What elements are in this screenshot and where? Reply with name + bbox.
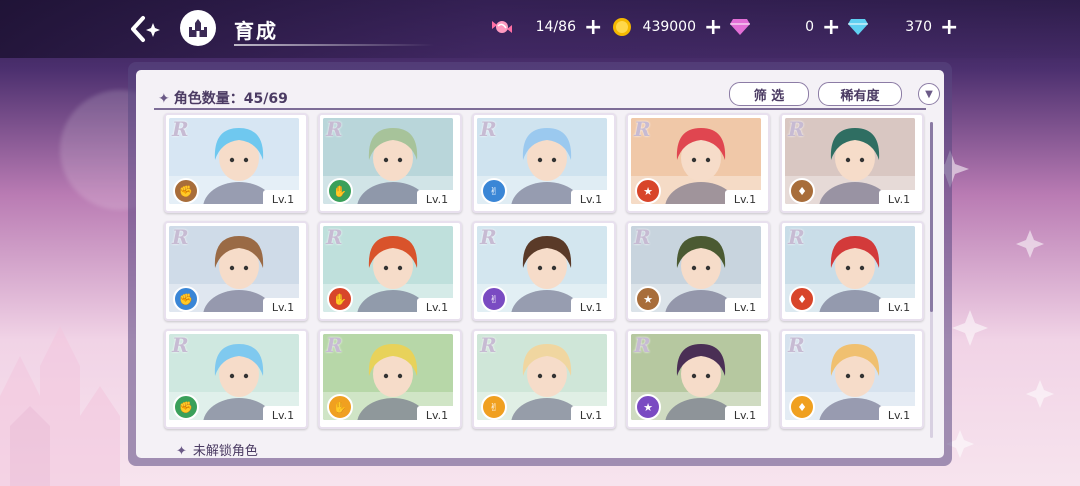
pink-gem-value: 0	[805, 19, 814, 35]
scrollbar[interactable]	[930, 122, 933, 438]
attribute-icon: ★	[635, 394, 661, 420]
blue-gem-value: 370	[905, 19, 932, 35]
character-card[interactable]: R ✌ Lv.1	[472, 221, 616, 321]
character-card[interactable]: R ✊ Lv.1	[164, 329, 308, 429]
level-label: Lv.1	[725, 406, 765, 424]
character-count-text: 角色数量：45/69	[173, 91, 288, 107]
rarity-badge: R	[172, 117, 189, 141]
attribute-icon: ♦	[789, 394, 815, 420]
level-label: Lv.1	[879, 406, 919, 424]
chevron-down-icon: ▼	[925, 88, 933, 100]
level-label: Lv.1	[571, 406, 611, 424]
gold-value: 439000	[642, 19, 696, 35]
character-card[interactable]: R ✋ Lv.1	[318, 221, 462, 321]
resource-pink-gem: 0 +	[728, 14, 840, 40]
coin-icon	[610, 15, 634, 39]
add-blue-gem-button[interactable]: +	[940, 15, 958, 40]
level-label: Lv.1	[725, 190, 765, 208]
resource-blue-gem: 370 +	[846, 14, 958, 40]
rarity-badge: R	[634, 333, 651, 357]
character-card[interactable]: R ♦ Lv.1	[780, 329, 924, 429]
pink-diamond-icon	[728, 15, 752, 39]
sparkle-icon: ✦	[158, 91, 170, 107]
add-pink-gem-button[interactable]: +	[822, 15, 840, 40]
attribute-icon: ✊	[173, 178, 199, 204]
rarity-badge: R	[788, 117, 805, 141]
rarity-badge: R	[326, 117, 343, 141]
rarity-badge: R	[480, 117, 497, 141]
sparkle-icon: ✦	[176, 444, 187, 459]
character-card[interactable]: R ★ Lv.1	[626, 113, 770, 213]
character-card[interactable]: R ♦ Lv.1	[780, 113, 924, 213]
scrollbar-thumb[interactable]	[930, 122, 933, 312]
character-card[interactable]: R ✊ Lv.1	[164, 221, 308, 321]
locked-characters-text: 未解锁角色	[192, 444, 258, 459]
rarity-badge: R	[172, 333, 189, 357]
attribute-icon: ✌	[481, 178, 507, 204]
attribute-icon: ♦	[789, 286, 815, 312]
attribute-icon: ✋	[327, 394, 353, 420]
rarity-badge: R	[634, 117, 651, 141]
level-label: Lv.1	[263, 406, 303, 424]
attribute-icon: ♦	[789, 178, 815, 204]
resource-gold: 439000 +	[610, 14, 722, 40]
attribute-icon: ★	[635, 286, 661, 312]
add-candy-button[interactable]: +	[584, 15, 602, 40]
castle-icon	[189, 19, 207, 37]
attribute-icon: ★	[635, 178, 661, 204]
rarity-badge: R	[480, 333, 497, 357]
rarity-sort-button[interactable]: 稀有度	[818, 82, 902, 106]
rarity-badge: R	[172, 225, 189, 249]
header-divider	[154, 108, 926, 110]
character-card[interactable]: R ★ Lv.1	[626, 329, 770, 429]
rarity-badge: R	[326, 333, 343, 357]
character-panel: ✦ 角色数量：45/69 筛 选 稀有度 ▼ R ✊ Lv.1 R ✋ Lv.1 R ✌ Lv.1…	[128, 62, 952, 466]
rarity-badge: R	[634, 225, 651, 249]
back-arrow-icon	[131, 16, 160, 42]
attribute-icon: ✊	[173, 394, 199, 420]
blue-diamond-icon	[846, 15, 870, 39]
character-card[interactable]: R ✌ Lv.1	[472, 329, 616, 429]
candy-icon	[490, 15, 514, 39]
rarity-badge: R	[480, 225, 497, 249]
level-label: Lv.1	[879, 298, 919, 316]
level-label: Lv.1	[571, 190, 611, 208]
filter-button[interactable]: 筛 选	[729, 82, 809, 106]
level-label: Lv.1	[725, 298, 765, 316]
title-underline	[234, 44, 434, 46]
level-label: Lv.1	[571, 298, 611, 316]
panel-body: ✦ 角色数量：45/69 筛 选 稀有度 ▼ R ✊ Lv.1 R ✋ Lv.1 R ✌ Lv.1…	[136, 70, 944, 459]
candy-value: 14/86	[535, 19, 576, 35]
character-card[interactable]: R ★ Lv.1	[626, 221, 770, 321]
attribute-icon: ✌	[481, 394, 507, 420]
level-label: Lv.1	[879, 190, 919, 208]
level-label: Lv.1	[417, 190, 457, 208]
home-button[interactable]	[180, 10, 216, 46]
resource-candy: 14/86 +	[490, 14, 602, 40]
character-card[interactable]: R ♦ Lv.1	[780, 221, 924, 321]
level-label: Lv.1	[417, 406, 457, 424]
attribute-icon: ✋	[327, 178, 353, 204]
sort-order-button[interactable]: ▼	[918, 83, 940, 105]
rarity-badge: R	[326, 225, 343, 249]
page-title: 育成	[234, 19, 278, 43]
level-label: Lv.1	[263, 298, 303, 316]
attribute-icon: ✌	[481, 286, 507, 312]
locked-characters-label: ✦ 未解锁角色	[176, 440, 258, 459]
top-bar: 育成 14/86 + 439000 + 0 + 370 +	[0, 0, 1080, 58]
add-gold-button[interactable]: +	[704, 15, 722, 40]
character-card[interactable]: R ✋ Lv.1	[318, 113, 462, 213]
level-label: Lv.1	[417, 298, 457, 316]
attribute-icon: ✋	[327, 286, 353, 312]
rarity-badge: R	[788, 225, 805, 249]
character-card[interactable]: R ✊ Lv.1	[164, 113, 308, 213]
character-card[interactable]: R ✋ Lv.1	[318, 329, 462, 429]
rarity-badge: R	[788, 333, 805, 357]
character-count: ✦ 角色数量：45/69	[158, 88, 288, 108]
level-label: Lv.1	[263, 190, 303, 208]
attribute-icon: ✊	[173, 286, 199, 312]
back-button[interactable]	[126, 12, 162, 46]
character-card[interactable]: R ✌ Lv.1	[472, 113, 616, 213]
